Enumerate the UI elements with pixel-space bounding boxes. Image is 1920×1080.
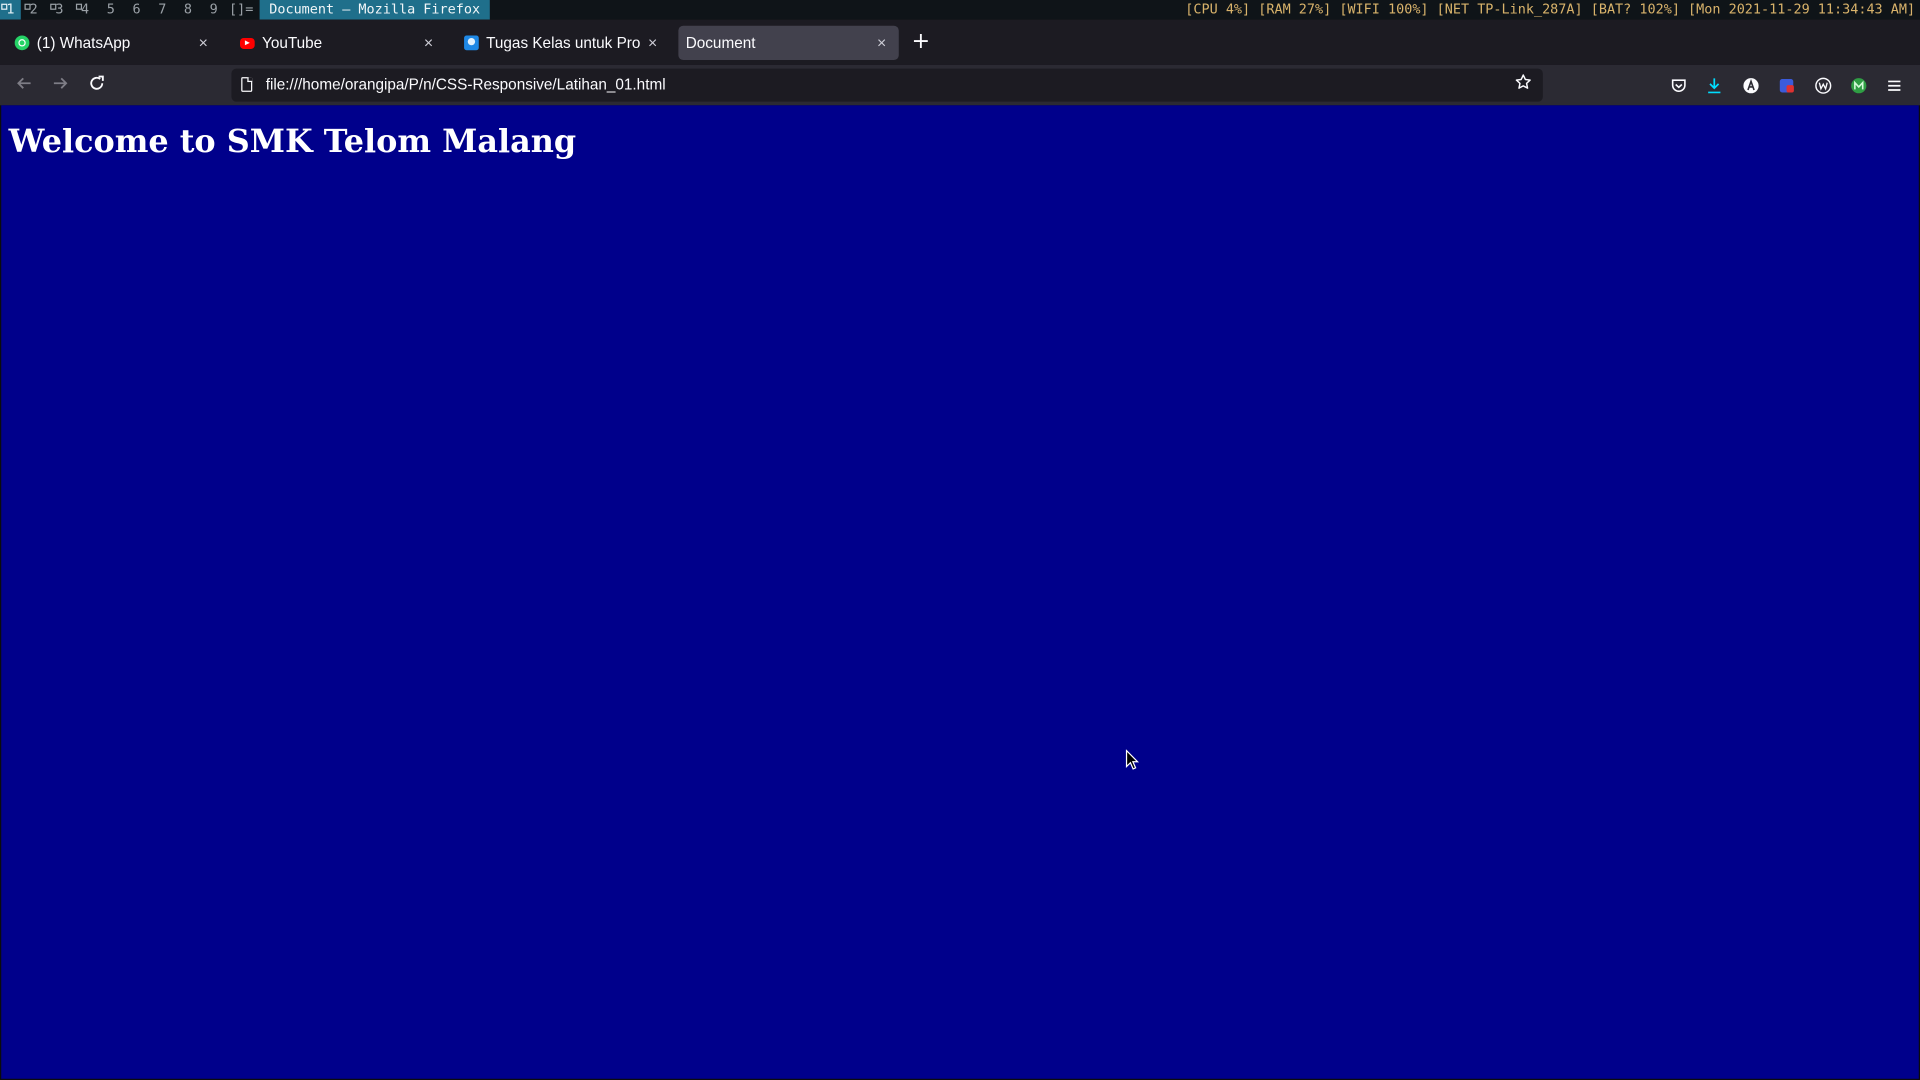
layout-indicator[interactable]: []= (227, 0, 260, 20)
workspace-tag-1[interactable]: 1 (0, 0, 21, 20)
mouse-cursor-icon (1125, 749, 1140, 770)
classroom-icon (464, 35, 479, 51)
workspace-tag-9[interactable]: 9 (201, 0, 227, 20)
tab-label: (1) WhatsApp (36, 34, 131, 52)
tab-label: Document (685, 34, 756, 52)
tab-whatsapp[interactable]: (1) WhatsApp × (5, 26, 221, 60)
close-icon[interactable]: × (191, 31, 215, 55)
tab-classroom[interactable]: Tugas Kelas untuk Produk × (454, 26, 670, 60)
tab-document[interactable]: Document × (678, 25, 899, 61)
reload-button[interactable] (83, 72, 110, 99)
menu-icon[interactable] (1882, 73, 1906, 97)
navigation-toolbar: file:///home/orangipa/P/n/CSS-Responsive… (0, 64, 1920, 106)
page-content: Welcome to SMK Telom Malang (1, 105, 1919, 1079)
workspace-tag-5[interactable]: 5 (98, 0, 124, 20)
youtube-icon (240, 37, 255, 49)
workspace-tag-6[interactable]: 6 (124, 0, 150, 20)
screen: 1 2 3 4 5 6 7 8 9 []= Document — Mozilla… (0, 0, 1920, 1080)
url-text[interactable]: file:///home/orangipa/P/n/CSS-Responsive… (266, 69, 666, 102)
workspace-tag-2[interactable]: 2 (21, 0, 47, 20)
tab-label: Tugas Kelas untuk Produk (486, 34, 641, 52)
url-bar[interactable]: file:///home/orangipa/P/n/CSS-Responsive… (231, 68, 1543, 102)
tab-youtube[interactable]: YouTube × (230, 26, 446, 60)
tab-strip: (1) WhatsApp × YouTube × Tugas Kelas unt… (0, 19, 1920, 65)
close-icon[interactable]: × (416, 31, 440, 55)
extension-w-icon[interactable] (1811, 73, 1835, 97)
window-manager-bar: 1 2 3 4 5 6 7 8 9 []= Document — Mozilla… (0, 0, 1920, 20)
tab-label: YouTube (262, 34, 323, 52)
back-arrow-icon (17, 77, 31, 89)
workspace-tag-7[interactable]: 7 (149, 0, 175, 20)
close-icon[interactable]: × (869, 31, 893, 55)
forward-arrow-icon (53, 77, 68, 89)
workspace-tag-8[interactable]: 8 (175, 0, 201, 20)
back-button[interactable] (11, 72, 38, 99)
workspace-tag-4[interactable]: 4 (72, 0, 98, 20)
downloads-icon[interactable] (1702, 73, 1726, 97)
workspace-tag-3[interactable]: 3 (47, 0, 73, 20)
system-status: [CPU 4%] [RAM 27%] [WIFI 100%] [NET TP-L… (1185, 1, 1916, 18)
window-title: Document — Mozilla Firefox (259, 0, 490, 20)
workspace-tags: 1 2 3 4 5 6 7 8 9 []= Document — Mozilla… (0, 0, 490, 20)
page-heading: Welcome to SMK Telom Malang (8, 123, 577, 161)
new-tab-button[interactable]: + (909, 29, 933, 53)
whatsapp-icon (14, 35, 30, 51)
forward-button[interactable] (47, 72, 74, 99)
page-icon (241, 77, 253, 92)
close-icon[interactable]: × (640, 31, 664, 55)
account-icon[interactable] (1739, 73, 1763, 97)
extension-m-icon[interactable] (1847, 73, 1871, 97)
extension-shield-icon[interactable] (1774, 73, 1798, 97)
star-icon[interactable] (1511, 72, 1535, 96)
reload-icon (90, 75, 104, 90)
pocket-icon[interactable] (1667, 73, 1691, 97)
